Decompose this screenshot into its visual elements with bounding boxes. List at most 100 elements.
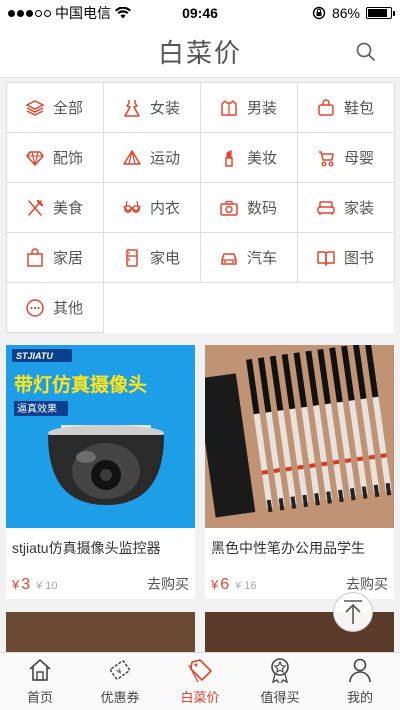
dress-icon bbox=[124, 99, 140, 117]
category-home-decor[interactable]: 家装 bbox=[298, 183, 395, 233]
original-price: ¥ 16 bbox=[235, 580, 257, 592]
tab-coupons[interactable]: ¥ 优惠券 bbox=[80, 653, 160, 710]
category-label: 图书 bbox=[344, 250, 375, 267]
battery-percent: 86% bbox=[331, 5, 360, 21]
bra-icon bbox=[123, 200, 141, 213]
search-icon[interactable] bbox=[354, 40, 378, 64]
cutlery-icon bbox=[28, 199, 44, 216]
category-car[interactable]: 汽车 bbox=[201, 233, 298, 283]
category-label: 母婴 bbox=[344, 150, 375, 167]
carrier-info: 中国电信 bbox=[8, 3, 158, 23]
category-underwear[interactable]: 内衣 bbox=[104, 183, 201, 233]
clock: 09:46 bbox=[182, 5, 218, 21]
shopping-bag-icon bbox=[27, 247, 43, 267]
category-label: 其他 bbox=[53, 300, 84, 317]
price-tag-icon bbox=[188, 659, 212, 683]
tent-icon bbox=[123, 149, 141, 165]
buy-button[interactable]: 去购买 bbox=[346, 574, 388, 594]
product-price-row: ¥3 ¥ 10 去购买 bbox=[6, 562, 195, 594]
buy-button[interactable]: 去购买 bbox=[147, 574, 189, 594]
rotation-lock-icon bbox=[312, 6, 326, 20]
fridge-icon bbox=[126, 248, 138, 267]
category-books[interactable]: 图书 bbox=[298, 233, 395, 283]
battery-icon bbox=[366, 7, 395, 19]
category-label: 家装 bbox=[344, 200, 375, 217]
category-label: 数码 bbox=[247, 200, 278, 217]
header: 白菜价 bbox=[0, 26, 400, 78]
category-accessories[interactable]: 配饰 bbox=[7, 133, 104, 183]
diamond-icon bbox=[26, 150, 44, 166]
category-label: 内衣 bbox=[150, 200, 181, 217]
shirt-icon bbox=[221, 99, 237, 116]
category-label: 家电 bbox=[150, 250, 181, 267]
home-icon bbox=[29, 659, 51, 681]
category-baby[interactable]: 母婴 bbox=[298, 133, 395, 183]
category-label: 配饰 bbox=[53, 150, 84, 167]
lipstick-icon bbox=[225, 149, 233, 167]
category-label: 家居 bbox=[53, 250, 84, 267]
camera-icon bbox=[220, 200, 238, 216]
category-label: 汽车 bbox=[247, 250, 278, 267]
category-all[interactable]: 全部 bbox=[7, 83, 104, 133]
tab-worth-buying[interactable]: 值得买 bbox=[240, 653, 320, 710]
image-brand: STJIATU bbox=[16, 351, 53, 361]
product-title[interactable]: stjiatu仿真摄像头监控器 bbox=[6, 528, 195, 562]
product-card[interactable]: 黑色中性笔办公用品学生 ¥6 ¥ 16 去购买 bbox=[205, 345, 394, 599]
product-grid: STJIATU 带灯仿真摄像头 逼真效果 stjiatu仿真摄像头监控器 ¥3 … bbox=[6, 345, 394, 599]
category-food[interactable]: 美食 bbox=[7, 183, 104, 233]
carrier-name: 中国电信 bbox=[55, 5, 111, 21]
category-grid: 全部 女装 男装 鞋包 配饰 运动 美妆 母婴 美食 内衣 数码 家装 家居 家… bbox=[6, 82, 395, 333]
category-other[interactable]: 其他 bbox=[7, 283, 104, 333]
tab-label: 值得买 bbox=[260, 690, 300, 705]
car-icon bbox=[221, 252, 237, 265]
category-label: 男装 bbox=[247, 100, 278, 117]
tab-label: 白菜价 bbox=[180, 690, 220, 705]
category-makeup[interactable]: 美妆 bbox=[201, 133, 298, 183]
current-price: ¥6 bbox=[211, 576, 230, 593]
category-label: 运动 bbox=[150, 150, 181, 167]
category-appliances[interactable]: 家电 bbox=[104, 233, 201, 283]
original-price: ¥ 10 bbox=[36, 580, 58, 592]
coupon-icon: ¥ bbox=[109, 660, 131, 680]
tab-label: 首页 bbox=[26, 690, 53, 705]
medal-icon bbox=[271, 658, 289, 684]
tab-label: 我的 bbox=[346, 690, 373, 705]
sofa-icon bbox=[317, 200, 335, 215]
current-price: ¥3 bbox=[12, 576, 31, 593]
image-badge: 逼真效果 bbox=[17, 402, 57, 415]
tab-bar: 首页 ¥ 优惠券 白菜价 值得买 我的 bbox=[0, 652, 400, 710]
stroller-icon bbox=[319, 150, 334, 166]
category-men[interactable]: 男装 bbox=[201, 83, 298, 133]
product-title[interactable]: 黑色中性笔办公用品学生 bbox=[205, 528, 394, 562]
product-card[interactable] bbox=[6, 612, 195, 652]
page-title: 白菜价 bbox=[157, 38, 242, 68]
tab-home[interactable]: 首页 bbox=[0, 653, 80, 710]
wifi-icon bbox=[115, 7, 131, 19]
tab-bargains[interactable]: 白菜价 bbox=[160, 653, 240, 710]
more-icon bbox=[26, 298, 44, 317]
category-label: 美食 bbox=[53, 200, 84, 217]
product-image[interactable]: STJIATU 带灯仿真摄像头 逼真效果 bbox=[6, 345, 195, 528]
user-icon bbox=[349, 658, 371, 683]
back-to-top-button[interactable] bbox=[333, 592, 373, 632]
category-women[interactable]: 女装 bbox=[104, 83, 201, 133]
category-sports[interactable]: 运动 bbox=[104, 133, 201, 183]
tab-profile[interactable]: 我的 bbox=[320, 653, 400, 710]
category-label: 美妆 bbox=[247, 150, 278, 167]
product-price-row: ¥6 ¥ 16 去购买 bbox=[205, 562, 394, 594]
bag-icon bbox=[318, 98, 334, 116]
category-digital[interactable]: 数码 bbox=[201, 183, 298, 233]
category-label: 女装 bbox=[150, 100, 181, 117]
product-card[interactable]: STJIATU 带灯仿真摄像头 逼真效果 stjiatu仿真摄像头监控器 ¥3 … bbox=[6, 345, 195, 599]
tab-label: 优惠券 bbox=[100, 690, 140, 705]
category-household[interactable]: 家居 bbox=[7, 233, 104, 283]
arrow-up-icon bbox=[344, 600, 362, 624]
category-label: 鞋包 bbox=[344, 100, 375, 117]
product-image[interactable] bbox=[205, 345, 394, 528]
book-icon bbox=[317, 250, 335, 266]
status-bar: 中国电信 09:46 86% bbox=[0, 0, 400, 26]
category-label: 全部 bbox=[53, 100, 84, 117]
signal-icon bbox=[8, 9, 51, 17]
layers-icon bbox=[25, 99, 45, 116]
category-shoes-bags[interactable]: 鞋包 bbox=[298, 83, 395, 133]
